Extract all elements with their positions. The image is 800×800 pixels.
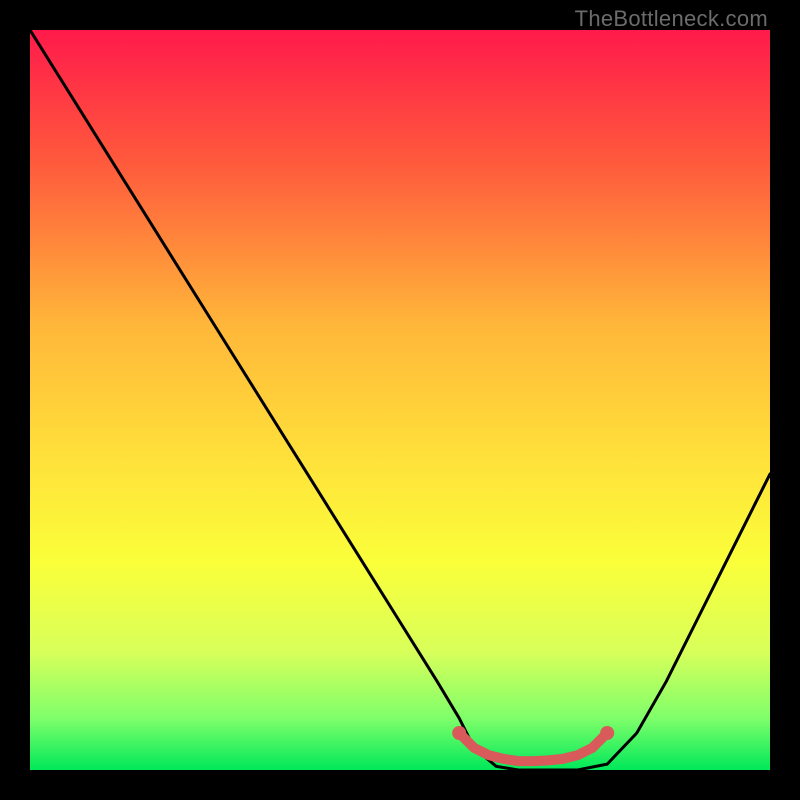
chart-frame [30, 30, 770, 770]
marker-dot [600, 726, 614, 740]
marker-dot [452, 726, 466, 740]
gradient-background [30, 30, 770, 770]
watermark-text: TheBottleneck.com [575, 6, 768, 32]
chart-svg [30, 30, 770, 770]
